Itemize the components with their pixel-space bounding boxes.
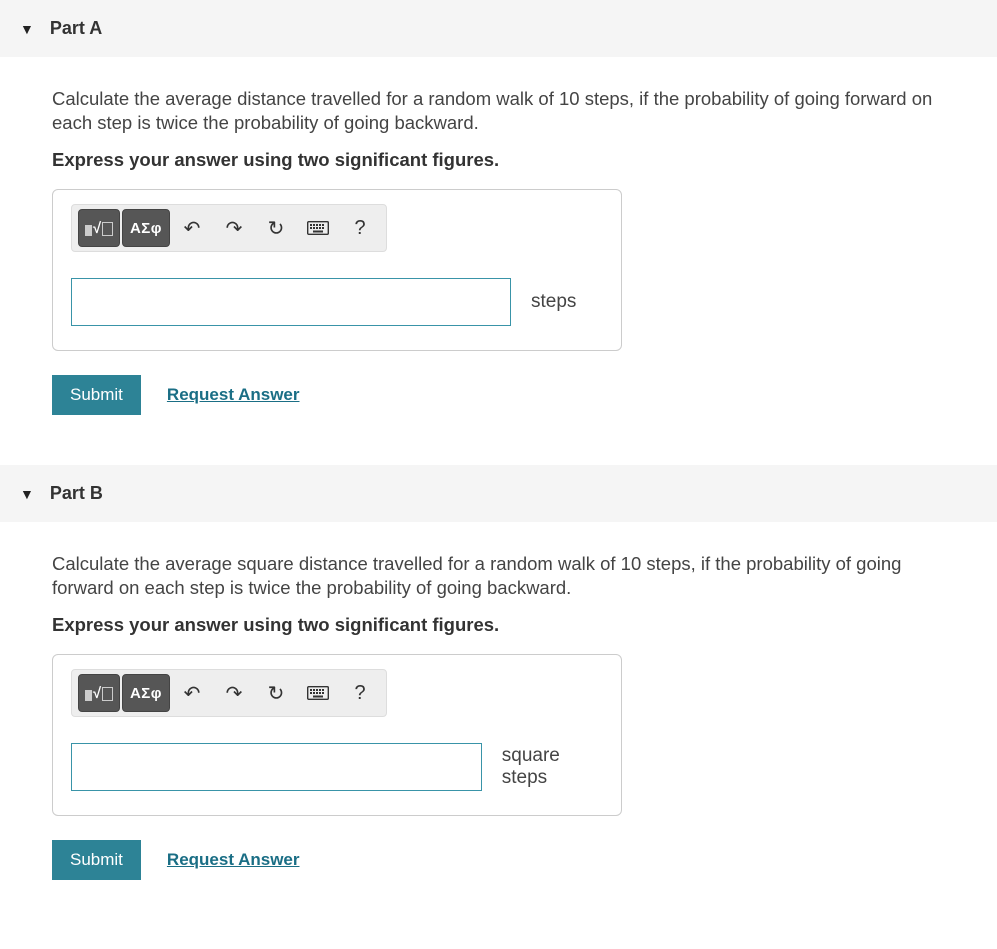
root-template-icon: √ [85,686,113,701]
part-a-prompt: Calculate the average distance travelled… [52,87,945,135]
part-b-title: Part B [50,483,103,504]
part-a-instruction: Express your answer using two significan… [52,149,945,171]
part-b-prompt: Calculate the average square distance tr… [52,552,945,600]
submit-button-a[interactable]: Submit [52,375,141,415]
request-answer-link-a[interactable]: Request Answer [167,385,300,405]
part-a-content: Calculate the average distance travelled… [0,57,997,435]
redo-icon: ↷ [226,681,243,706]
answer-input-b[interactable] [71,743,482,791]
keyboard-button[interactable] [298,675,338,711]
part-b-content: Calculate the average square distance tr… [0,522,997,900]
equation-toolbar: √ ΑΣφ ↶ ↷ ↻ [71,669,387,717]
reset-icon: ↻ [268,681,285,706]
greek-symbols-button[interactable]: ΑΣφ [122,209,170,247]
reset-icon: ↻ [268,216,285,241]
reset-button[interactable]: ↻ [256,210,296,246]
keyboard-button[interactable] [298,210,338,246]
unit-label-b: square steps [502,745,603,789]
reset-button[interactable]: ↻ [256,675,296,711]
equation-toolbar: √ ΑΣφ ↶ ↷ ↻ [71,204,387,252]
keyboard-icon [307,686,329,700]
redo-button[interactable]: ↷ [214,675,254,711]
answer-box-b: √ ΑΣφ ↶ ↷ ↻ [52,654,622,816]
templates-button[interactable]: √ [78,209,120,247]
undo-button[interactable]: ↶ [172,675,212,711]
undo-button[interactable]: ↶ [172,210,212,246]
part-a-title: Part A [50,18,102,39]
templates-button[interactable]: √ [78,674,120,712]
part-a-header[interactable]: ▼ Part A [0,0,997,57]
answer-box-a: √ ΑΣφ ↶ ↷ ↻ [52,189,622,351]
collapse-icon: ▼ [20,486,34,502]
redo-button[interactable]: ↷ [214,210,254,246]
submit-button-b[interactable]: Submit [52,840,141,880]
undo-icon: ↶ [184,216,201,241]
undo-icon: ↶ [184,681,201,706]
part-b-instruction: Express your answer using two significan… [52,614,945,636]
root-template-icon: √ [85,221,113,236]
unit-label-a: steps [531,291,576,313]
collapse-icon: ▼ [20,21,34,37]
greek-symbols-button[interactable]: ΑΣφ [122,674,170,712]
answer-input-a[interactable] [71,278,511,326]
request-answer-link-b[interactable]: Request Answer [167,850,300,870]
help-button[interactable]: ? [340,675,380,711]
redo-icon: ↷ [226,216,243,241]
keyboard-icon [307,221,329,235]
part-b-header[interactable]: ▼ Part B [0,465,997,522]
help-button[interactable]: ? [340,210,380,246]
